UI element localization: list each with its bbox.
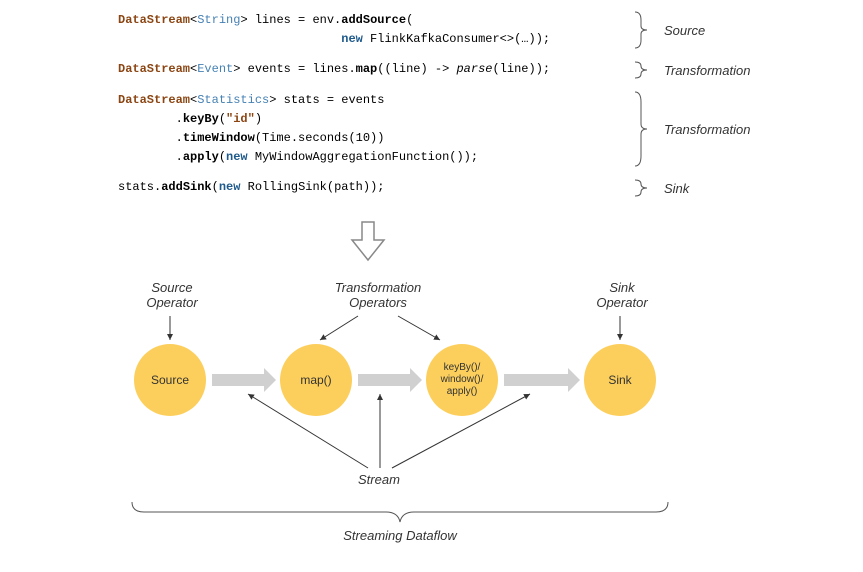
node-keyby: keyBy()/ window()/ apply()	[426, 344, 498, 416]
label-sink: Sink	[658, 181, 784, 196]
flow-arrow-3	[504, 374, 568, 386]
dataflow-diagram: Source Operator Transformation Operators…	[100, 290, 720, 560]
flow-arrow-1	[212, 374, 264, 386]
code-line-2: DataStream<Event> events = lines.map((li…	[118, 60, 628, 79]
code-row-sink: stats.addSink(new RollingSink(path)); Si…	[118, 178, 798, 198]
code-line-3: DataStream<Statistics> stats = events .k…	[118, 91, 628, 168]
label-trans1: Transformation	[658, 63, 784, 78]
brace-source	[628, 10, 658, 50]
arrow-down-icon	[350, 220, 386, 267]
node-map: map()	[280, 344, 352, 416]
bottom-brace	[130, 500, 670, 526]
code-section: DataStream<String> lines = env.addSource…	[118, 10, 798, 208]
code-row-trans1: DataStream<Event> events = lines.map((li…	[118, 60, 798, 80]
node-sink: Sink	[584, 344, 656, 416]
code-line-4: stats.addSink(new RollingSink(path));	[118, 178, 628, 197]
code-row-source: DataStream<String> lines = env.addSource…	[118, 10, 798, 50]
stream-label: Stream	[358, 472, 400, 487]
brace-sink	[628, 178, 658, 198]
dataflow-label: Streaming Dataflow	[330, 528, 470, 543]
brace-trans2	[628, 90, 658, 168]
brace-trans1	[628, 60, 658, 80]
flow-arrow-2	[358, 374, 410, 386]
node-source: Source	[134, 344, 206, 416]
code-line-1: DataStream<String> lines = env.addSource…	[118, 11, 628, 49]
code-row-trans2: DataStream<Statistics> stats = events .k…	[118, 90, 798, 168]
label-trans2: Transformation	[658, 122, 784, 137]
label-source: Source	[658, 23, 784, 38]
